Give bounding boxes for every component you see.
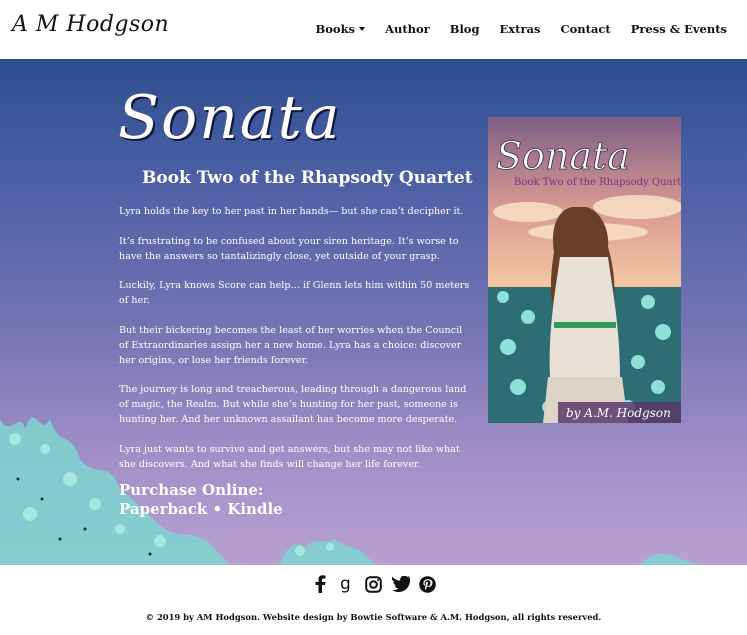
svg-text:g: g xyxy=(340,575,351,593)
description-paragraph: Lyra just wants to survive and get answe… xyxy=(119,443,460,470)
description-paragraph: But their bickering becomes the least of… xyxy=(119,324,463,366)
site-footer: g © 2019 by AM Hodgson. Website design b… xyxy=(0,565,747,635)
book-description: Lyra holds the key to her past in her ha… xyxy=(119,204,474,486)
twitter-icon[interactable] xyxy=(391,575,410,593)
site-header: A M Hodgson Books Author Blog Extras Con… xyxy=(0,0,747,59)
pinterest-icon[interactable] xyxy=(419,575,437,593)
description-paragraph: Luckily, Lyra knows Score can help… if G… xyxy=(119,280,470,306)
description-paragraph: The journey is long and treacherous, lea… xyxy=(119,384,467,425)
cover-author: by A.M. Hodgson xyxy=(566,406,671,420)
nav-books[interactable]: Books xyxy=(316,22,366,36)
instagram-icon[interactable] xyxy=(365,575,383,593)
nav-author[interactable]: Author xyxy=(385,22,430,36)
purchase-separator: • xyxy=(207,500,228,518)
site-logo[interactable]: A M Hodgson xyxy=(12,12,169,37)
nav-books-label: Books xyxy=(315,22,356,36)
social-links: g xyxy=(0,575,747,593)
book-title-script: Sonata xyxy=(118,83,342,153)
paperback-link[interactable]: Paperback xyxy=(119,500,207,518)
facebook-icon[interactable] xyxy=(311,575,329,593)
chevron-down-icon xyxy=(359,27,366,31)
main-nav: Books Author Blog Extras Contact Press &… xyxy=(316,22,727,36)
hero-section: Sonata Book Two of the Rhapsody Quartet … xyxy=(0,59,747,565)
copyright-text: © 2019 by AM Hodgson. Website design by … xyxy=(145,612,602,622)
description-paragraph: Lyra holds the key to her past in her ha… xyxy=(119,206,464,217)
purchase-links: Paperback • Kindle xyxy=(119,500,283,519)
book-cover: Sonata Book Two of the Rhapsody Quartet … xyxy=(488,117,681,423)
cover-subtitle: Book Two of the Rhapsody Quartet xyxy=(514,177,681,188)
description-paragraph: It’s frustrating to be confused about yo… xyxy=(119,235,459,262)
purchase-heading: Purchase Online: xyxy=(119,481,264,499)
nav-extras[interactable]: Extras xyxy=(500,22,541,36)
kindle-link[interactable]: Kindle xyxy=(227,500,282,518)
book-subtitle: Book Two of the Rhapsody Quartet xyxy=(142,168,473,188)
nav-blog[interactable]: Blog xyxy=(450,22,480,36)
nav-contact[interactable]: Contact xyxy=(560,22,610,36)
nav-press-events[interactable]: Press & Events xyxy=(631,22,727,36)
cover-title: Sonata xyxy=(496,134,630,178)
goodreads-icon[interactable]: g xyxy=(338,575,356,593)
purchase-section: Purchase Online: Paperback • Kindle xyxy=(119,481,283,519)
